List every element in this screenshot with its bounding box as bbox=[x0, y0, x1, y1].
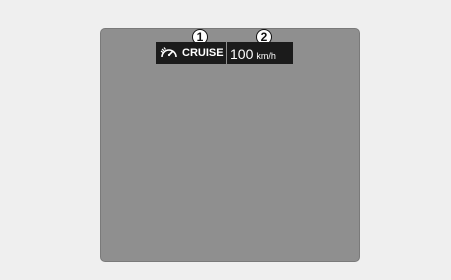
cruise-label: CRUISE bbox=[182, 47, 224, 59]
cruise-control-speedometer-icon bbox=[160, 47, 177, 58]
set-speed-value: 100 bbox=[230, 46, 254, 62]
set-speed-unit: km/h bbox=[256, 51, 276, 61]
instrument-cluster-display: 1 2 CRUISE 100 km/h bbox=[100, 28, 360, 262]
cruise-indicator: CRUISE bbox=[156, 42, 226, 64]
set-speed-indicator: 100 km/h bbox=[227, 42, 293, 64]
